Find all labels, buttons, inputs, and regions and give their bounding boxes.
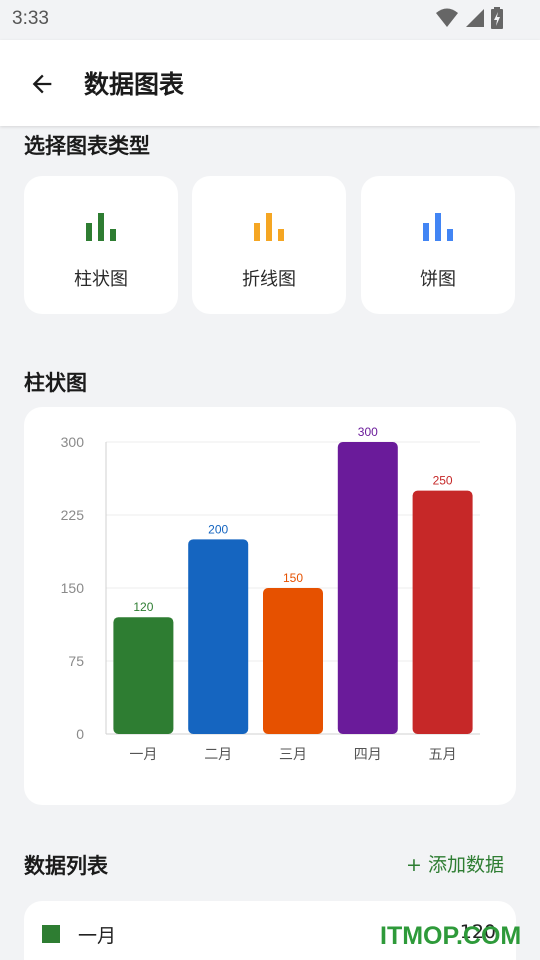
- bar-chart: 0 75 150 225 300 120 一月 200 二月 150 三月 300 四月 250 五月: [61, 425, 480, 763]
- y-tick-label: 150: [61, 580, 85, 596]
- bar-value-label: 250: [433, 474, 453, 488]
- chart-type-label: 柱状图: [74, 269, 128, 290]
- bar-3: [263, 588, 323, 734]
- chart-type-card-bar[interactable]: 柱状图: [24, 176, 178, 314]
- status-icons: [436, 7, 504, 29]
- chart-type-card-line[interactable]: 折线图: [192, 176, 346, 314]
- status-time: 3:33: [12, 8, 49, 29]
- list-item-label: 一月: [78, 925, 117, 947]
- wifi-icon: [436, 8, 458, 27]
- bar-5: [412, 490, 473, 734]
- bar-chart-icon: [86, 213, 116, 241]
- bar-value-label: 200: [208, 522, 228, 536]
- bar-value-label: 150: [283, 571, 303, 585]
- bar-value-label: 300: [358, 425, 378, 439]
- x-tick-label: 二月: [204, 747, 232, 763]
- page-title: 数据图表: [84, 70, 185, 99]
- battery-icon: [491, 7, 503, 29]
- chart-section-title: 柱状图: [24, 371, 87, 395]
- y-tick-label: 0: [76, 726, 84, 742]
- signal-icon: [466, 9, 484, 27]
- bar-1: [113, 617, 174, 734]
- x-tick-label: 四月: [354, 747, 382, 763]
- chart-type-label: 饼图: [420, 269, 456, 290]
- data-list-section-title: 数据列表: [24, 854, 108, 878]
- app-bar: 数据图表: [0, 40, 540, 126]
- list-item-color-swatch: [42, 925, 60, 943]
- back-button[interactable]: [22, 64, 62, 104]
- chart-card: 0 75 150 225 300 120 一月 200 二月 150 三月 300 四月 250 五月: [24, 407, 516, 805]
- add-data-button[interactable]: + 添加数据: [406, 850, 504, 877]
- x-tick-label: 五月: [429, 747, 457, 763]
- y-tick-label: 225: [61, 507, 85, 523]
- status-bar: 3:33: [0, 0, 540, 40]
- arrow-back-icon: [32, 74, 52, 94]
- bar-chart-icon: [254, 213, 284, 241]
- chart-type-section-title: 选择图表类型: [24, 134, 150, 158]
- y-tick-label: 75: [68, 653, 84, 669]
- bar-2: [188, 539, 249, 734]
- bar-value-label: 120: [133, 600, 153, 614]
- y-tick-label: 300: [61, 434, 85, 450]
- bar-chart-icon: [423, 213, 453, 241]
- bar-4: [337, 442, 398, 734]
- x-tick-label: 三月: [279, 747, 307, 763]
- chart-type-label: 折线图: [242, 269, 296, 290]
- x-tick-label: 一月: [129, 747, 157, 763]
- watermark: ITMOP.COM: [380, 922, 522, 950]
- chart-type-card-pie[interactable]: 饼图: [361, 176, 515, 314]
